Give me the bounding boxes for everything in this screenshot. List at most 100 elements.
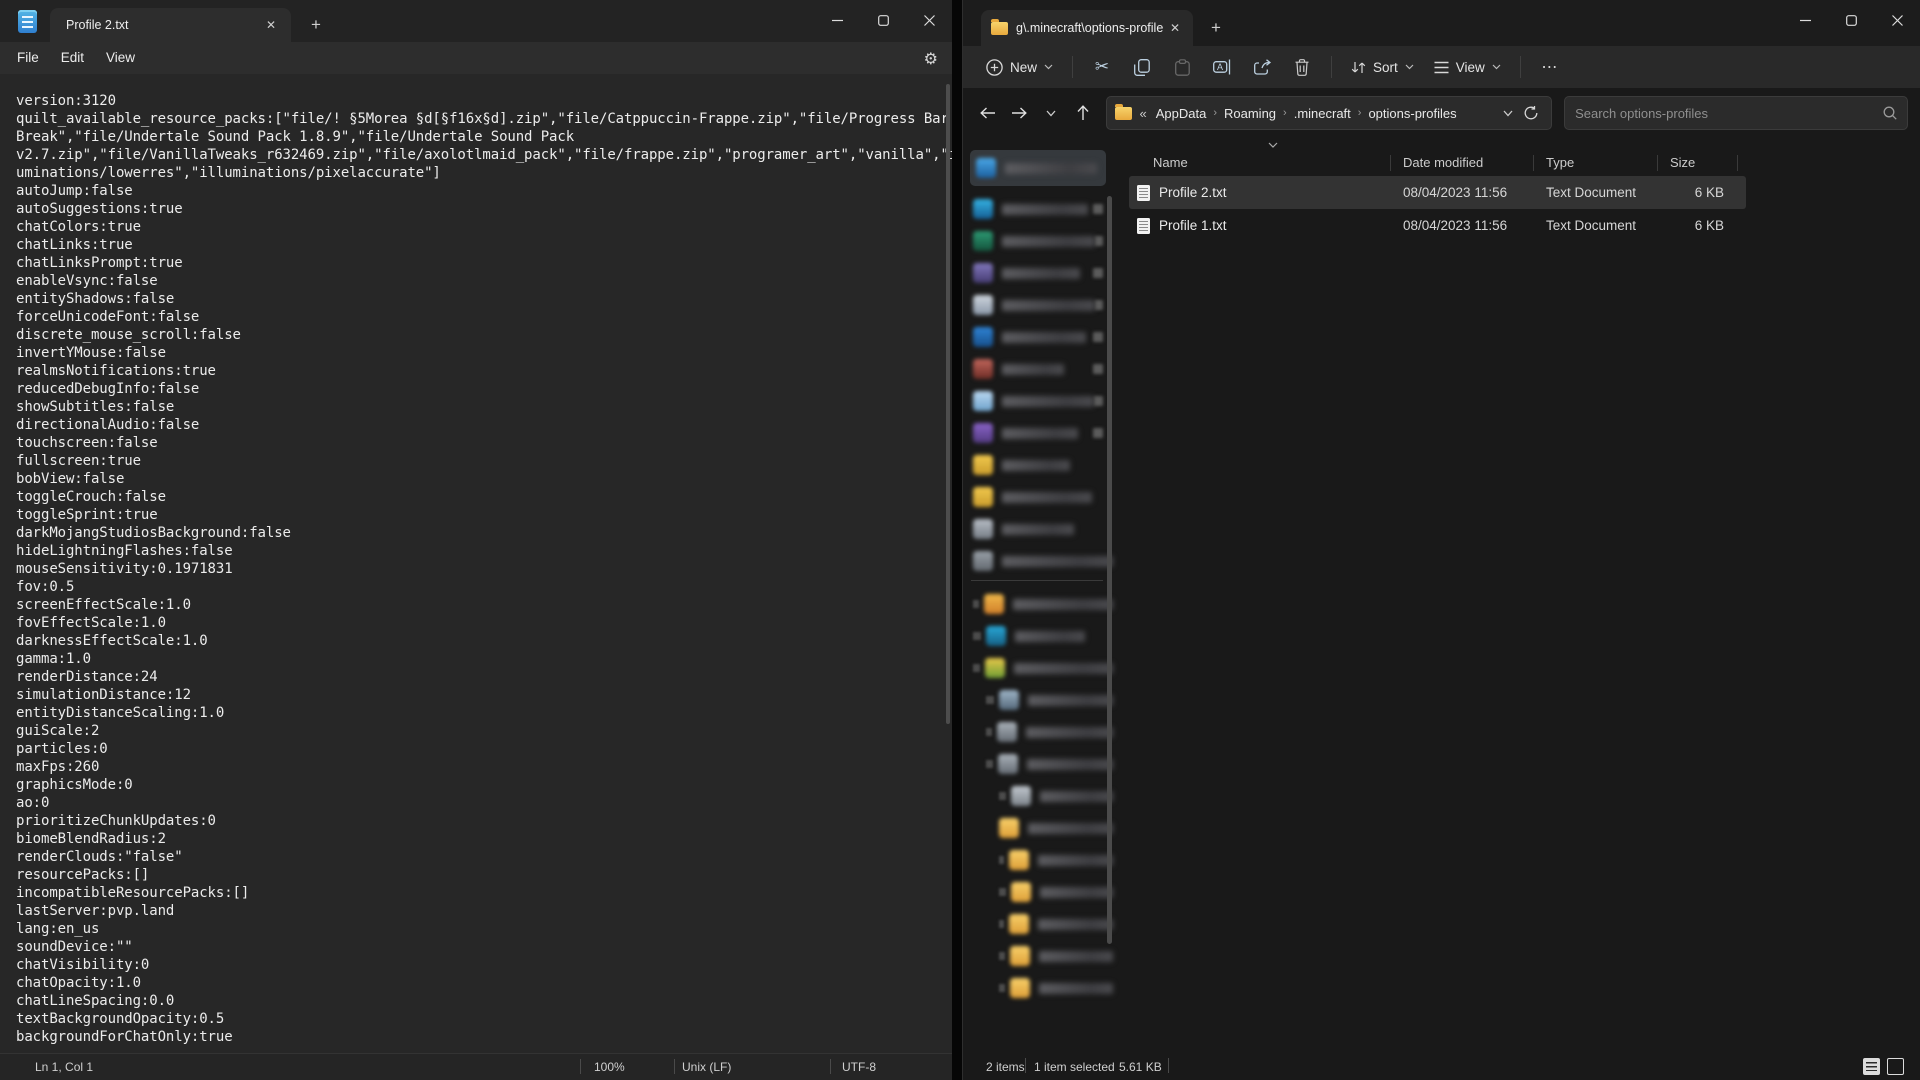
minimize-button[interactable] [814,0,860,40]
close-button[interactable] [906,0,952,40]
address-bar[interactable]: « AppData›Roaming›.minecraft›options-pro… [1106,96,1553,130]
expand-chevron-icon[interactable] [999,792,1006,800]
details-view-toggle[interactable] [1863,1058,1880,1075]
sidebar-item[interactable] [963,879,1113,905]
view-button[interactable]: View [1425,54,1510,81]
pin-icon[interactable] [1093,204,1103,214]
sidebar-item[interactable] [963,260,1113,286]
column-header-date[interactable]: Date modified [1391,155,1534,171]
column-header-name[interactable]: Name [1129,155,1391,171]
sidebar-item[interactable] [963,815,1113,841]
new-tab-button[interactable]: + [301,10,331,40]
sidebar-item[interactable] [963,324,1113,350]
file-row[interactable]: Profile 2.txt08/04/2023 11:56Text Docume… [1129,176,1746,209]
cut-button[interactable]: ✂ [1083,51,1121,83]
minimize-button[interactable] [1782,0,1828,40]
sidebar-item[interactable] [963,751,1113,777]
pin-icon[interactable] [1093,268,1103,278]
expand-chevron-icon[interactable] [999,984,1005,992]
notepad-titlebar[interactable]: Profile 2.txt ✕ + [0,0,952,42]
sidebar-item[interactable] [963,943,1113,969]
sidebar-item[interactable] [963,420,1113,446]
pin-icon[interactable] [1095,300,1103,310]
expand-chevron-icon[interactable] [999,920,1004,928]
new-tab-button[interactable]: + [1201,13,1231,43]
search-input[interactable] [1575,106,1883,121]
expand-chevron-icon[interactable] [986,696,994,704]
editor-scrollbar[interactable] [946,84,950,724]
column-header-size[interactable]: Size [1658,155,1738,171]
sidebar-scrollbar[interactable] [1107,196,1112,944]
maximize-button[interactable] [860,0,906,40]
address-dropdown-chevron[interactable] [1497,102,1519,124]
sidebar-item[interactable] [963,975,1113,1001]
tab-close-icon[interactable]: ✕ [1163,16,1187,40]
expand-chevron-icon[interactable] [986,760,993,768]
explorer-titlebar[interactable]: g\.minecraft\options-profiles ✕ + [963,0,1920,46]
paste-button[interactable] [1163,51,1201,83]
sidebar-item[interactable] [963,687,1113,713]
close-button[interactable] [1874,0,1920,40]
column-header-type[interactable]: Type [1534,155,1658,171]
expand-chevron-icon[interactable] [973,664,980,672]
pin-icon[interactable] [1094,396,1103,406]
sidebar-item[interactable] [963,452,1113,478]
sidebar-item[interactable] [963,356,1113,382]
notepad-tab[interactable]: Profile 2.txt ✕ [50,8,291,42]
menu-item-edit[interactable]: Edit [50,46,95,69]
sidebar-item[interactable] [963,548,1113,574]
menu-item-file[interactable]: File [6,46,50,69]
thumbnail-view-toggle[interactable] [1887,1058,1904,1075]
menu-item-view[interactable]: View [95,46,146,69]
new-button[interactable]: New [977,53,1062,82]
recent-locations-button[interactable] [1036,98,1066,128]
pin-icon[interactable] [1095,236,1103,246]
sidebar-item-selected[interactable] [970,150,1106,186]
file-list-pane[interactable]: Name Date modified Type Size Profile 2.t… [1113,138,1920,1053]
breadcrumb-roaming[interactable]: Roaming [1219,103,1281,124]
pin-icon[interactable] [1093,428,1103,438]
expand-chevron-icon[interactable] [973,632,981,640]
crumb-separator-icon[interactable]: › [1211,107,1219,119]
sidebar-item[interactable] [963,228,1113,254]
more-options-button[interactable]: ⋯ [1531,51,1569,83]
pin-icon[interactable] [1093,364,1103,374]
sidebar-item[interactable] [963,484,1113,510]
crumb-separator-icon[interactable]: › [1356,107,1364,119]
sidebar-item[interactable] [963,388,1113,414]
sidebar-item[interactable] [963,655,1113,681]
search-box[interactable] [1564,96,1908,130]
share-button[interactable] [1243,51,1281,83]
maximize-button[interactable] [1828,0,1874,40]
refresh-icon[interactable] [1519,101,1543,125]
sidebar-item[interactable] [963,719,1113,745]
encoding[interactable]: UTF-8 [842,1060,876,1074]
sidebar-item[interactable] [963,783,1113,809]
expand-chevron-icon[interactable] [999,856,1004,864]
expand-chevron-icon[interactable] [999,952,1005,960]
pin-icon[interactable] [1093,332,1103,342]
line-ending[interactable]: Unix (LF) [682,1060,731,1074]
sidebar-item[interactable] [963,847,1113,873]
sidebar-item[interactable] [963,911,1113,937]
expand-chevron-icon[interactable] [999,888,1006,896]
sidebar-item[interactable] [963,292,1113,318]
copy-button[interactable] [1123,51,1161,83]
rename-button[interactable]: A [1203,51,1241,83]
forward-button[interactable] [1005,98,1035,128]
sidebar-item[interactable] [963,591,1113,617]
explorer-tab[interactable]: g\.minecraft\options-profiles ✕ [981,10,1193,46]
sidebar-item[interactable] [963,623,1113,649]
navigation-pane[interactable] [963,138,1113,1053]
delete-button[interactable] [1283,51,1321,83]
expand-chevron-icon[interactable] [973,600,979,608]
sidebar-item[interactable] [963,196,1113,222]
tab-close-icon[interactable]: ✕ [259,13,283,37]
back-button[interactable] [973,98,1003,128]
breadcrumb-options-profiles[interactable]: options-profiles [1363,103,1461,124]
settings-gear-icon[interactable]: ⚙ [924,49,938,68]
collapsed-path-icon[interactable]: « [1140,106,1147,121]
sidebar-item[interactable] [963,516,1113,542]
sort-button[interactable]: Sort [1342,54,1423,81]
breadcrumb-appdata[interactable]: AppData [1151,103,1212,124]
